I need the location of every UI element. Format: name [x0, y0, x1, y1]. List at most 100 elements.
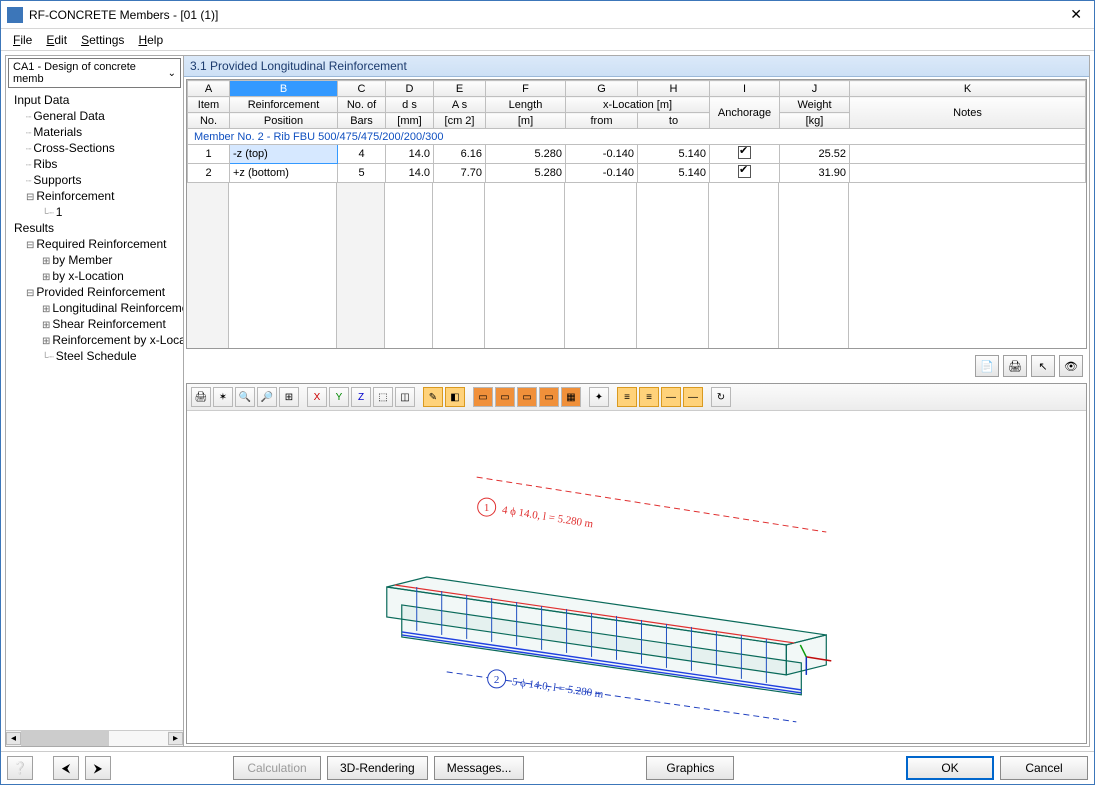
hl-2-icon[interactable]: ◧: [445, 387, 465, 407]
tree-ribs[interactable]: ┈Ribs: [10, 156, 181, 172]
viewer-canvas[interactable]: 1 4 ϕ 14.0, l = 5.280 m: [187, 411, 1086, 743]
diagram-bot-label: 5 ϕ 14.0, l = 5.280 m: [511, 676, 604, 701]
help-button[interactable]: ❔: [7, 756, 33, 780]
tree-reinforcement[interactable]: ⊟Reinforcement: [10, 188, 181, 204]
col-h[interactable]: H: [638, 81, 710, 97]
tree-cross-sections[interactable]: ┈Cross-Sections: [10, 140, 181, 156]
view-e-icon[interactable]: ▦: [561, 387, 581, 407]
col-e[interactable]: E: [434, 81, 486, 97]
col-b[interactable]: B: [230, 81, 338, 97]
next-button[interactable]: ⮞: [85, 756, 111, 780]
menu-settings[interactable]: Settings: [75, 31, 130, 49]
bottom-bar: ❔ ⮜ ⮞ Calculation 3D-Rendering Messages.…: [1, 751, 1094, 784]
tree-by-member[interactable]: ⊞by Member: [10, 252, 181, 268]
persp-icon[interactable]: ◫: [395, 387, 415, 407]
tree-steel-schedule[interactable]: └┈Steel Schedule: [10, 348, 181, 364]
prev-button[interactable]: ⮜: [53, 756, 79, 780]
refresh-icon[interactable]: ↻: [711, 387, 731, 407]
scroll-left-icon[interactable]: ◂: [6, 732, 21, 745]
h-item: Item: [188, 97, 230, 113]
select-button[interactable]: ↖: [1031, 355, 1055, 377]
tree-by-x[interactable]: ⊞by x-Location: [10, 268, 181, 284]
h-anchorage: Anchorage: [710, 97, 780, 129]
iso-icon[interactable]: ⬚: [373, 387, 393, 407]
zoom-out-icon[interactable]: 🔎: [257, 387, 277, 407]
col-d[interactable]: D: [386, 81, 434, 97]
tree-reinf-by-x[interactable]: ⊞Reinforcement by x-Location: [10, 332, 181, 348]
tree-materials[interactable]: ┈Materials: [10, 124, 181, 140]
calculation-button[interactable]: Calculation: [233, 756, 321, 780]
rendering-button[interactable]: 3D-Rendering: [327, 756, 428, 780]
scroll-track[interactable]: [21, 731, 168, 746]
view-b-icon[interactable]: ▭: [495, 387, 515, 407]
panel-title: 3.1 Provided Longitudinal Reinforcement: [184, 56, 1089, 77]
tool-icon[interactable]: ✶: [213, 387, 233, 407]
col-a[interactable]: A: [188, 81, 230, 97]
svg-text:2: 2: [494, 674, 499, 686]
col-i[interactable]: I: [710, 81, 780, 97]
messages-button[interactable]: Messages...: [434, 756, 525, 780]
print-button[interactable]: 🖨: [1003, 355, 1027, 377]
col-j[interactable]: J: [780, 81, 850, 97]
grid-icon[interactable]: ⊞: [279, 387, 299, 407]
col-g[interactable]: G: [566, 81, 638, 97]
tree-section-input[interactable]: Input Data: [10, 92, 181, 108]
h-ds: d s: [386, 97, 434, 113]
col-c[interactable]: C: [338, 81, 386, 97]
dim-c-icon[interactable]: —: [661, 387, 681, 407]
cancel-button[interactable]: Cancel: [1000, 756, 1088, 780]
graphics-button[interactable]: Graphics: [646, 756, 734, 780]
z-axis-icon[interactable]: Z: [351, 387, 371, 407]
menu-help[interactable]: Help: [132, 31, 169, 49]
window-title: RF-CONCRETE Members - [01 (1)]: [29, 8, 1064, 22]
tree-general-data[interactable]: ┈General Data: [10, 108, 181, 124]
export-button[interactable]: 📄: [975, 355, 999, 377]
view-a-icon[interactable]: ▭: [473, 387, 493, 407]
h-length: Length: [486, 97, 566, 113]
h-reinf: Reinforcement: [230, 97, 338, 113]
anchorage-check[interactable]: [710, 164, 780, 183]
tree-provided[interactable]: ⊟Provided Reinforcement: [10, 284, 181, 300]
view-c-icon[interactable]: ▭: [517, 387, 537, 407]
left-pane: CA1 - Design of concrete memb ⌄ Input Da…: [6, 56, 184, 746]
view-d-icon[interactable]: ▭: [539, 387, 559, 407]
zoom-icon[interactable]: 🔍: [235, 387, 255, 407]
hl-1-icon[interactable]: ✎: [423, 387, 443, 407]
close-icon[interactable]: ✕: [1064, 6, 1088, 23]
h-position: Position: [230, 113, 338, 129]
x-axis-icon[interactable]: X: [307, 387, 327, 407]
dim-a-icon[interactable]: ≡: [617, 387, 637, 407]
anchorage-check[interactable]: [710, 145, 780, 164]
case-dropdown[interactable]: CA1 - Design of concrete memb ⌄: [8, 58, 181, 88]
print-icon[interactable]: 🖨: [191, 387, 211, 407]
scroll-thumb[interactable]: [21, 731, 109, 746]
menu-edit[interactable]: Edit: [40, 31, 73, 49]
h-m: [m]: [486, 113, 566, 129]
eye-button[interactable]: 👁: [1059, 355, 1083, 377]
tree-shear-reinf[interactable]: ⊞Shear Reinforcement: [10, 316, 181, 332]
tree-reinf-1[interactable]: └┈1: [10, 204, 181, 220]
tree-hscroll[interactable]: ◂ ▸: [6, 730, 183, 746]
h-from: from: [566, 113, 638, 129]
dim-d-icon[interactable]: —: [683, 387, 703, 407]
col-k[interactable]: K: [850, 81, 1086, 97]
member-row[interactable]: Member No. 2 - Rib FBU 500/475/475/200/2…: [188, 129, 1086, 145]
ok-button[interactable]: OK: [906, 756, 994, 780]
tree-long-reinf[interactable]: ⊞Longitudinal Reinforcement: [10, 300, 181, 316]
tree-supports[interactable]: ┈Supports: [10, 172, 181, 188]
tree-required[interactable]: ⊟Required Reinforcement: [10, 236, 181, 252]
scroll-right-icon[interactable]: ▸: [168, 732, 183, 745]
h-no: No.: [188, 113, 230, 129]
y-axis-icon[interactable]: Y: [329, 387, 349, 407]
menu-file[interactable]: File: [7, 31, 38, 49]
h-weight: Weight: [780, 97, 850, 113]
table-row[interactable]: 1 -z (top) 4 14.0 6.16 5.280 -0.140 5.14…: [188, 145, 1086, 164]
viewer-toolbar: 🖨 ✶ 🔍 🔎 ⊞ X Y Z ⬚ ◫ ✎ ◧ ▭ ▭: [187, 384, 1086, 411]
titlebar: RF-CONCRETE Members - [01 (1)] ✕: [1, 1, 1094, 29]
col-f[interactable]: F: [486, 81, 566, 97]
table-row[interactable]: 2 +z (bottom) 5 14.0 7.70 5.280 -0.140 5…: [188, 164, 1086, 183]
tree-section-results[interactable]: Results: [10, 220, 181, 236]
axis-icon[interactable]: ✦: [589, 387, 609, 407]
dim-b-icon[interactable]: ≡: [639, 387, 659, 407]
h-cm2: [cm 2]: [434, 113, 486, 129]
